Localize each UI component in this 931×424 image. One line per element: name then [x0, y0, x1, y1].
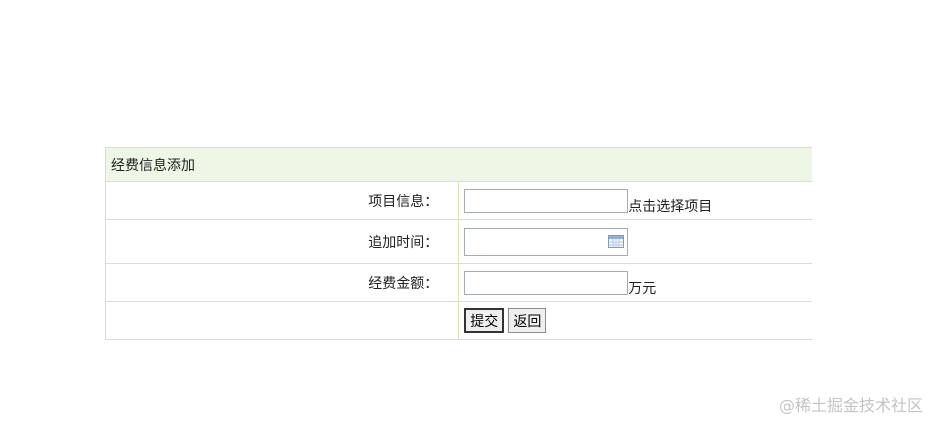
form-title: 经费信息添加 [105, 147, 812, 182]
back-button[interactable]: 返回 [508, 308, 547, 333]
project-info-cell: 点击选择项目 [458, 181, 812, 220]
add-time-cell [458, 219, 812, 264]
funding-form-table: 经费信息添加 项目信息： 点击选择项目 追加时间： 经费金额： 万元 提交 返回 [104, 147, 812, 340]
amount-input[interactable] [464, 270, 629, 295]
watermark: @稀土掘金技术社区 [778, 396, 923, 415]
project-info-row: 项目信息： 点击选择项目 [104, 181, 812, 220]
add-time-row: 追加时间： [104, 219, 812, 264]
amount-cell: 万元 [458, 263, 812, 302]
actions-row: 提交 返回 [104, 301, 812, 340]
add-time-label: 追加时间： [104, 219, 460, 264]
add-time-input[interactable] [465, 228, 608, 255]
project-info-input[interactable] [464, 188, 629, 213]
form-header-row: 经费信息添加 [105, 147, 812, 182]
actions-label-cell [104, 301, 460, 340]
submit-button[interactable]: 提交 [464, 308, 505, 333]
add-time-date-field[interactable] [464, 227, 629, 256]
calendar-icon[interactable] [608, 234, 625, 248]
amount-unit: 万元 [628, 280, 657, 297]
project-info-label: 项目信息： [104, 181, 460, 220]
amount-label: 经费金额： [104, 263, 460, 302]
actions-cell: 提交 返回 [458, 301, 812, 340]
amount-row: 经费金额： 万元 [104, 263, 812, 302]
select-project-link[interactable]: 点击选择项目 [628, 199, 712, 215]
